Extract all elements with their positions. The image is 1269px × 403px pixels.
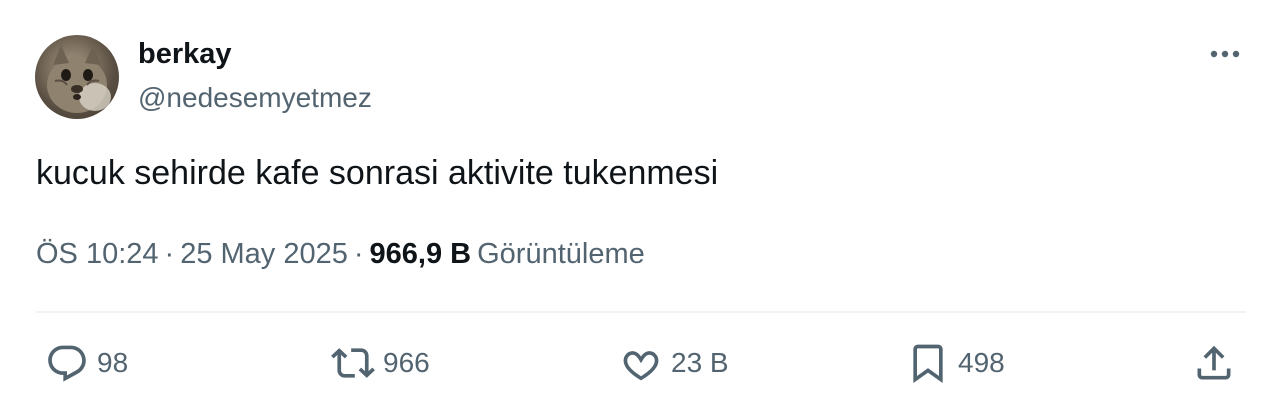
retweet-button[interactable]: 966 [331,340,430,386]
tweet-time[interactable]: ÖS 10:24 [36,238,159,270]
reply-bubble-icon [48,345,86,382]
avatar[interactable] [35,35,119,119]
reply-button[interactable]: 98 [45,340,128,386]
tweet-text: kucuk sehirde kafe sonrasi aktivite tuke… [36,154,719,192]
bookmark-icon [913,344,943,384]
like-count: 23 B [671,347,729,378]
more-horizontal-icon [1210,50,1240,58]
display-name[interactable]: berkay [138,36,232,72]
cat-avatar-image [47,45,111,113]
share-button[interactable] [1192,340,1236,386]
bookmark-count: 498 [958,347,1005,378]
meta-separator: · [164,238,175,270]
views-count[interactable]: 966,9 B [370,238,472,270]
views-label[interactable]: Görüntüleme [471,238,645,270]
retweet-arrows-icon [331,348,375,378]
reply-count: 98 [97,347,129,378]
meta-separator: · [353,238,364,270]
heart-icon [623,351,659,381]
tweet-date[interactable]: 25 May 2025 [180,238,348,270]
retweet-count: 966 [383,347,430,378]
user-handle[interactable]: @nedesemyetmez [138,80,372,116]
bookmark-button[interactable]: 498 [906,340,1005,386]
share-upload-icon [1197,345,1231,380]
like-button[interactable]: 23 B [619,340,729,386]
tweet-meta: ÖS 10:24 · 25 May 2025 · 966,9 B Görüntüleme [36,234,645,274]
divider [36,311,1246,313]
more-options-button[interactable] [1203,36,1247,72]
